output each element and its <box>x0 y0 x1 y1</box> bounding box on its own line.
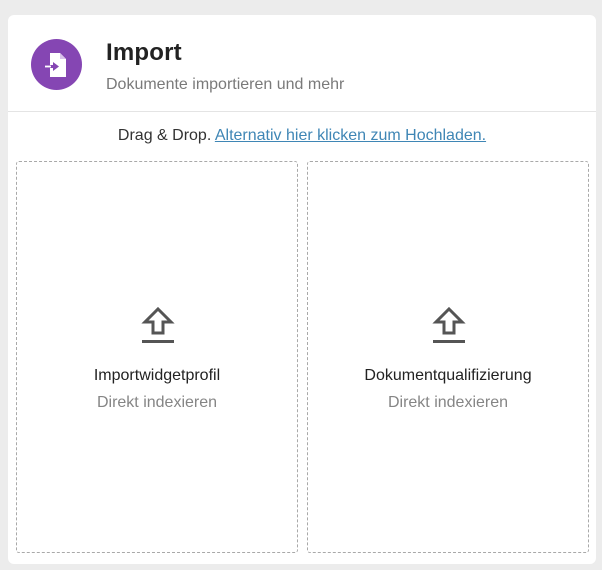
upload-icon <box>141 307 175 343</box>
dropzone-label: Dokumentqualifizierung <box>364 367 532 384</box>
widget-title: Import <box>106 39 182 66</box>
upload-icon <box>432 307 466 343</box>
dropzone-dokumentqualifizierung[interactable]: Dokumentqualifizierung Direkt indexieren <box>307 161 589 553</box>
widget-subtitle: Dokumente importieren und mehr <box>106 76 345 93</box>
dropzone-sublabel: Direkt indexieren <box>387 394 509 411</box>
upload-hint: Drag & Drop. Alternativ hier klicken zum… <box>8 127 596 145</box>
click-upload-link[interactable]: Alternativ hier klicken zum Hochladen. <box>215 127 486 144</box>
file-import-icon <box>31 39 82 90</box>
dropzone-sublabel: Direkt indexieren <box>96 394 218 411</box>
drag-drop-text: Drag & Drop. <box>117 127 212 144</box>
import-widget-card: Import Dokumente importieren und mehr Dr… <box>8 15 596 564</box>
widget-header: Import Dokumente importieren und mehr <box>8 15 596 112</box>
dropzone-importwidgetprofil[interactable]: Importwidgetprofil Direkt indexieren <box>16 161 298 553</box>
dropzone-label: Importwidgetprofil <box>93 367 221 384</box>
